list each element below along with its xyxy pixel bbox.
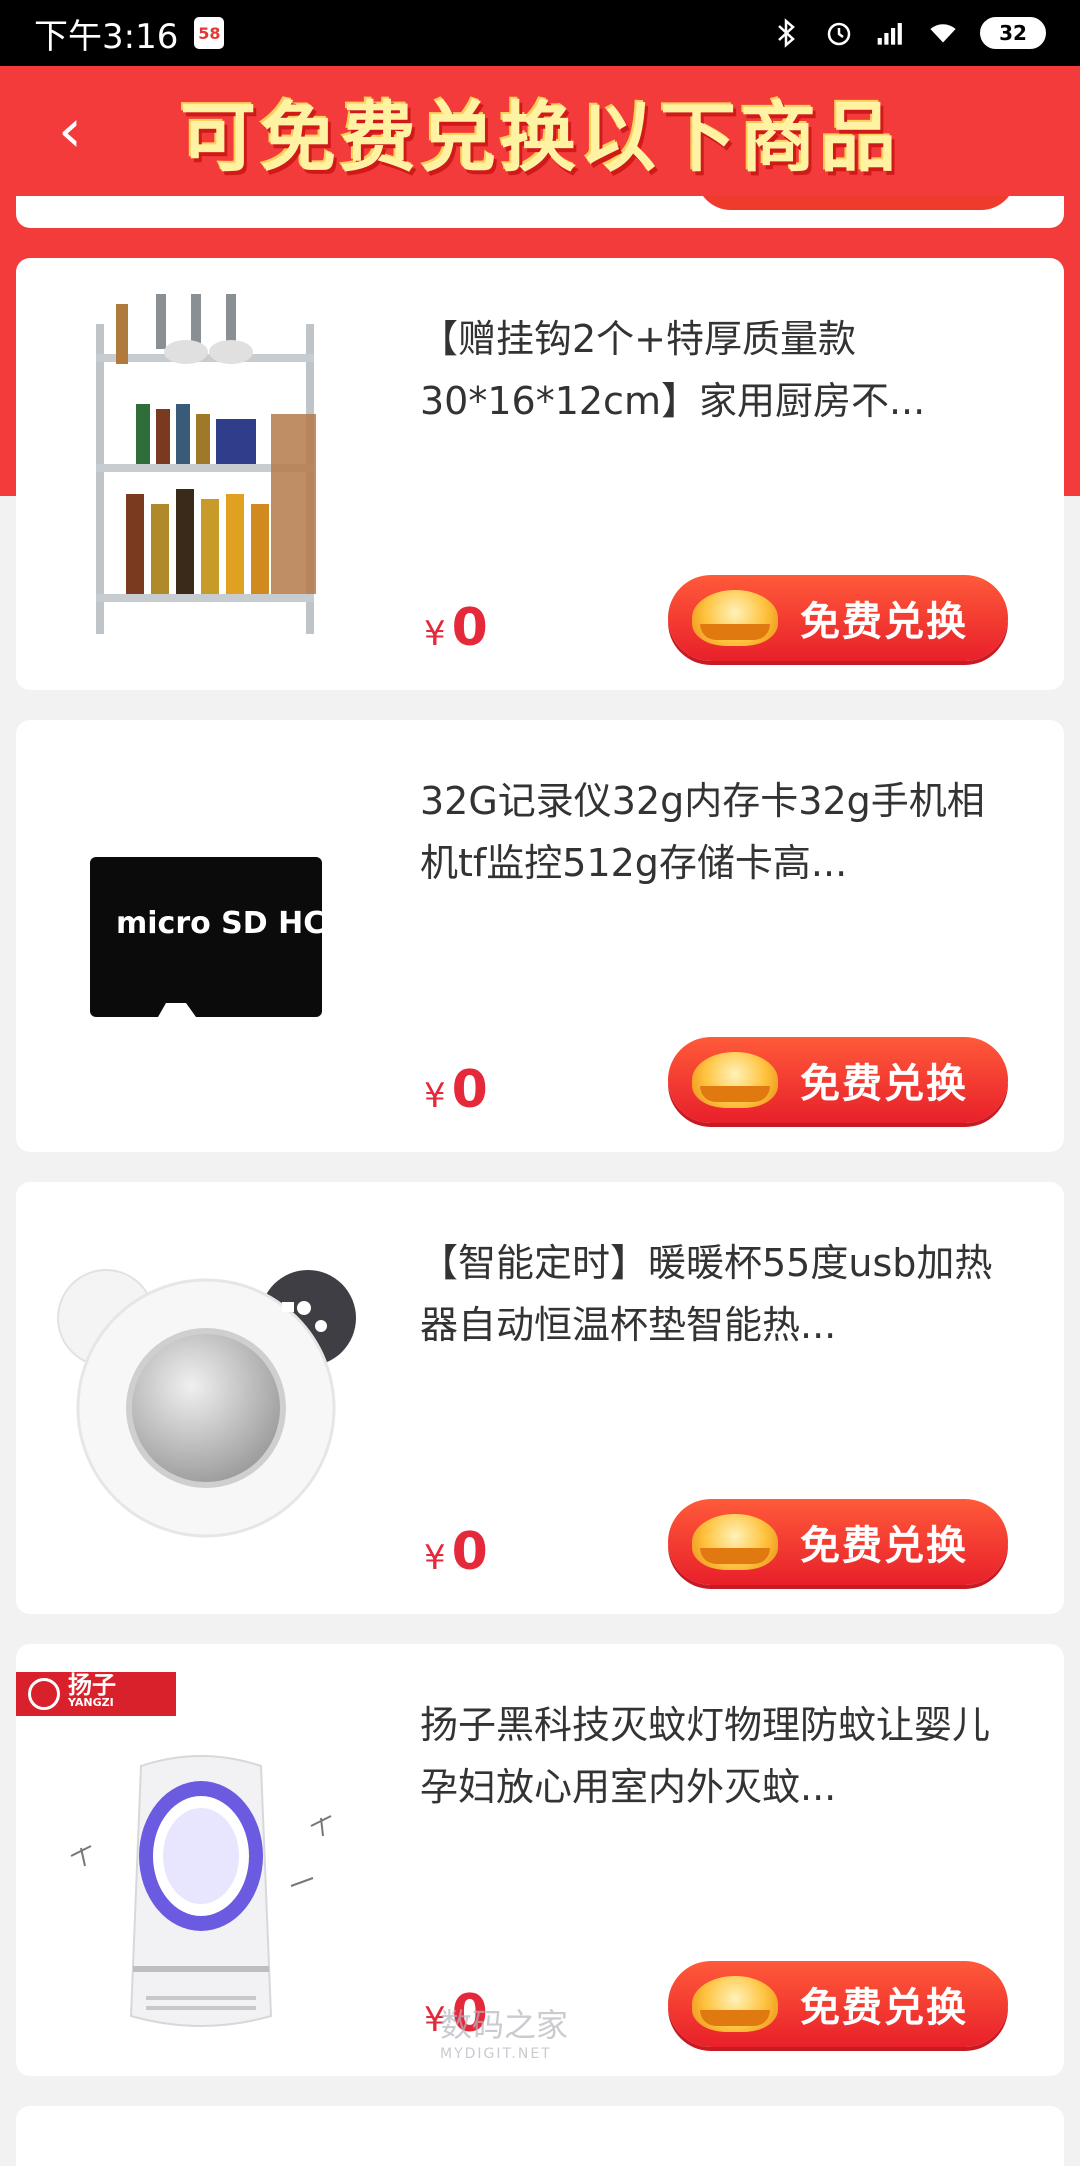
product-price: ¥ 0 — [424, 1522, 488, 1582]
price-value: 0 — [451, 1522, 488, 1582]
free-exchange-button[interactable]: 免费兑换 — [668, 1499, 1008, 1585]
micro-sd-card-image: micro SD HC 32GB — [36, 740, 376, 1132]
status-bar: 下午3:16 58 32 — [0, 0, 1080, 66]
battery-icon: 32 — [980, 17, 1046, 49]
watermark-sub: MYDIGIT.NET — [440, 2046, 552, 2062]
mosquito-lamp-image: 扬子 YANGZI — [16, 1644, 386, 2076]
product-list: 【赠挂钩2个+特厚质量款30*16*12cm】家用厨房不... ¥ 0 免费兑换… — [16, 258, 1064, 2166]
watermark-text: 数码之家 — [440, 2006, 569, 2044]
kitchen-rack-image — [36, 278, 376, 670]
sd-card-text: micro SD HC 32GB — [116, 906, 326, 941]
free-exchange-label: 免费兑换 — [800, 599, 968, 645]
wifi-icon — [928, 18, 958, 48]
page-header: ‹ 可免费兑换以下商品 — [0, 66, 1080, 196]
free-exchange-button[interactable]: 免费兑换 — [668, 575, 1008, 661]
app-58-icon: 58 — [194, 17, 225, 49]
cup-warmer-image — [36, 1202, 376, 1594]
status-time: 下午3:16 — [34, 16, 179, 57]
brand-badge: 扬子 YANGZI — [16, 1672, 176, 1716]
signal-icon — [876, 18, 906, 48]
status-icons: 32 — [772, 17, 1046, 49]
free-exchange-button[interactable]: 免费兑换 — [668, 1037, 1008, 1123]
page-title: 可免费兑换以下商品 — [180, 93, 900, 182]
gold-ingot-icon — [692, 1052, 778, 1108]
price-value: 0 — [451, 598, 488, 658]
gold-ingot-icon — [692, 590, 778, 646]
currency-symbol: ¥ — [424, 1538, 446, 1578]
product-name[interactable]: 【智能定时】暖暖杯55度usb加热器自动恒温杯垫智能热... — [420, 1232, 1010, 1356]
currency-symbol: ¥ — [424, 1076, 446, 1116]
product-card[interactable]: 【智能定时】暖暖杯55度usb加热器自动恒温杯垫智能热... ¥ 0 免费兑换 — [16, 1182, 1064, 1614]
free-exchange-label: 免费兑换 — [800, 1985, 968, 2031]
product-price: ¥ 0 — [424, 598, 488, 658]
free-exchange-label: 免费兑换 — [800, 1061, 968, 1107]
product-name[interactable]: 32G记录仪32g内存卡32g手机相机tf监控512g存储卡高... — [420, 770, 1010, 894]
brand-logo-icon — [28, 1678, 60, 1710]
gold-ingot-icon — [692, 1976, 778, 2032]
brand-sub-label: YANGZI — [68, 1696, 114, 1709]
price-value: 0 — [451, 1060, 488, 1120]
product-name[interactable]: 【赠挂钩2个+特厚质量款30*16*12cm】家用厨房不... — [420, 308, 1010, 432]
currency-symbol: ¥ — [424, 614, 446, 654]
next-product-card-partial[interactable] — [16, 2106, 1064, 2166]
product-card[interactable]: micro SD HC 32GB 32G记录仪32g内存卡32g手机相机tf监控… — [16, 720, 1064, 1152]
bluetooth-icon — [772, 18, 802, 48]
alarm-icon — [824, 18, 854, 48]
free-exchange-label: 免费兑换 — [800, 1523, 968, 1569]
product-name[interactable]: 扬子黑科技灭蚊灯物理防蚊让婴儿孕妇放心用室内外灭蚊... — [420, 1694, 1010, 1818]
product-card[interactable]: 【赠挂钩2个+特厚质量款30*16*12cm】家用厨房不... ¥ 0 免费兑换 — [16, 258, 1064, 690]
brand-label: 扬子 — [68, 1671, 116, 1699]
free-exchange-button[interactable]: 免费兑换 — [668, 1961, 1008, 2047]
product-price: ¥ 0 — [424, 1060, 488, 1120]
watermark: 数码之家 MYDIGIT.NET — [440, 2000, 568, 2062]
gold-ingot-icon — [692, 1514, 778, 1570]
back-button[interactable]: ‹ — [30, 91, 110, 171]
